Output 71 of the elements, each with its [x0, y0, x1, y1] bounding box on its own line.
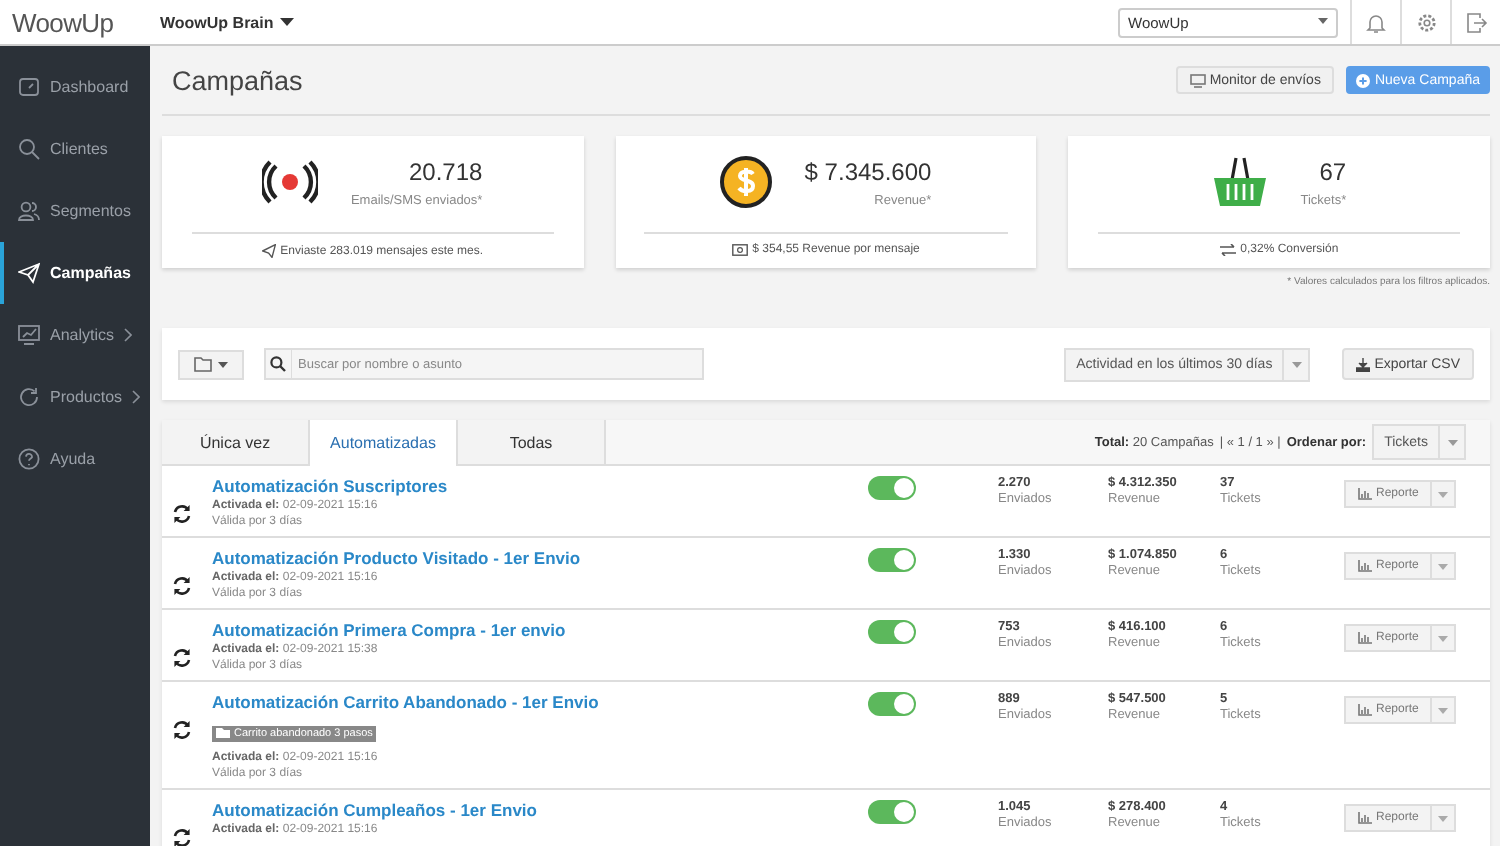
caret-icon: [1438, 563, 1449, 569]
tab[interactable]: Única vez: [162, 420, 310, 464]
caret-icon: [1438, 815, 1449, 821]
bar-chart-icon: [1358, 704, 1372, 716]
tab[interactable]: Todas: [458, 420, 606, 464]
folder-icon: [216, 728, 230, 738]
bar-chart-icon: [1358, 560, 1372, 572]
dashboard-icon: [18, 76, 40, 98]
sidebar-item[interactable]: Analytics: [0, 304, 150, 366]
report-dropdown[interactable]: [1432, 804, 1457, 832]
sidebar-item[interactable]: Campañas: [0, 242, 150, 304]
caret-icon: [1447, 439, 1457, 445]
refresh-icon: [18, 386, 40, 408]
users-icon: [18, 200, 40, 222]
caret-icon: [1438, 635, 1449, 641]
sidebar-item[interactable]: Dashboard: [0, 56, 150, 118]
search-icon: [18, 138, 40, 160]
stat-value: 67: [1319, 157, 1347, 185]
caret-icon: [218, 361, 228, 367]
caret-icon: [1438, 707, 1449, 713]
logo: WoowUp: [10, 7, 116, 37]
toggle-switch[interactable]: [868, 548, 916, 572]
download-icon: [1356, 357, 1371, 371]
caret-icon: [1291, 361, 1302, 367]
toggle-switch[interactable]: [868, 620, 916, 644]
money-icon: [732, 244, 749, 256]
sidebar-item[interactable]: Productos: [0, 366, 150, 428]
toggle-switch[interactable]: [868, 692, 916, 716]
caret-icon: [279, 17, 294, 27]
refresh-icon: [172, 828, 192, 846]
search-icon: [264, 348, 292, 380]
tab[interactable]: Automatizadas: [310, 420, 458, 466]
caret-icon: [1318, 18, 1328, 26]
page-title: Campañas: [170, 65, 305, 95]
report-dropdown[interactable]: [1432, 624, 1457, 652]
monitor-icon: [1189, 73, 1206, 87]
report-dropdown[interactable]: [1432, 480, 1457, 508]
caret-icon: [1438, 491, 1449, 497]
refresh-icon: [172, 504, 192, 524]
bar-chart-icon: [1358, 632, 1372, 644]
folder-icon: [194, 356, 214, 372]
basket-icon: [1212, 156, 1269, 208]
exchange-icon: [1220, 244, 1237, 256]
paper-plane-icon: [262, 244, 277, 258]
help-icon: [18, 448, 40, 470]
campaign-name-link[interactable]: Automatización Primera Compra - 1er envio: [212, 620, 852, 640]
monitor-icon: [18, 324, 40, 346]
refresh-icon: [172, 648, 192, 668]
broadcast-icon: [262, 160, 319, 204]
workspace-dropdown[interactable]: WoowUp Brain: [160, 13, 294, 31]
refresh-icon: [172, 576, 192, 596]
plus-circle-icon: [1356, 73, 1371, 87]
bar-chart-icon: [1358, 812, 1372, 824]
campaign-name-link[interactable]: Automatización Carrito Abandonado - 1er Envio: [212, 692, 852, 712]
campaign-name-link[interactable]: Automatización Suscriptores: [212, 476, 852, 496]
paper-plane-icon: [18, 262, 40, 284]
sidebar-item[interactable]: Segmentos: [0, 180, 150, 242]
campaign-name-link[interactable]: Automatización Cumpleaños - 1er Envio: [212, 800, 852, 820]
sidebar-item[interactable]: Ayuda: [0, 428, 150, 490]
refresh-icon: [172, 720, 192, 740]
coin-icon: [720, 156, 773, 208]
campaign-name-link[interactable]: Automatización Producto Visitado - 1er Envio: [212, 548, 852, 568]
report-dropdown[interactable]: [1432, 552, 1457, 580]
toggle-switch[interactable]: [868, 476, 916, 500]
folder-dropdown[interactable]: [178, 349, 244, 379]
toggle-switch[interactable]: [868, 800, 916, 824]
sidebar-item[interactable]: Clientes: [0, 118, 150, 180]
report-dropdown[interactable]: [1432, 696, 1457, 724]
stat-value: 20.718: [409, 157, 483, 185]
stat-value: $ 7.345.600: [804, 157, 932, 185]
bar-chart-icon: [1358, 488, 1372, 500]
